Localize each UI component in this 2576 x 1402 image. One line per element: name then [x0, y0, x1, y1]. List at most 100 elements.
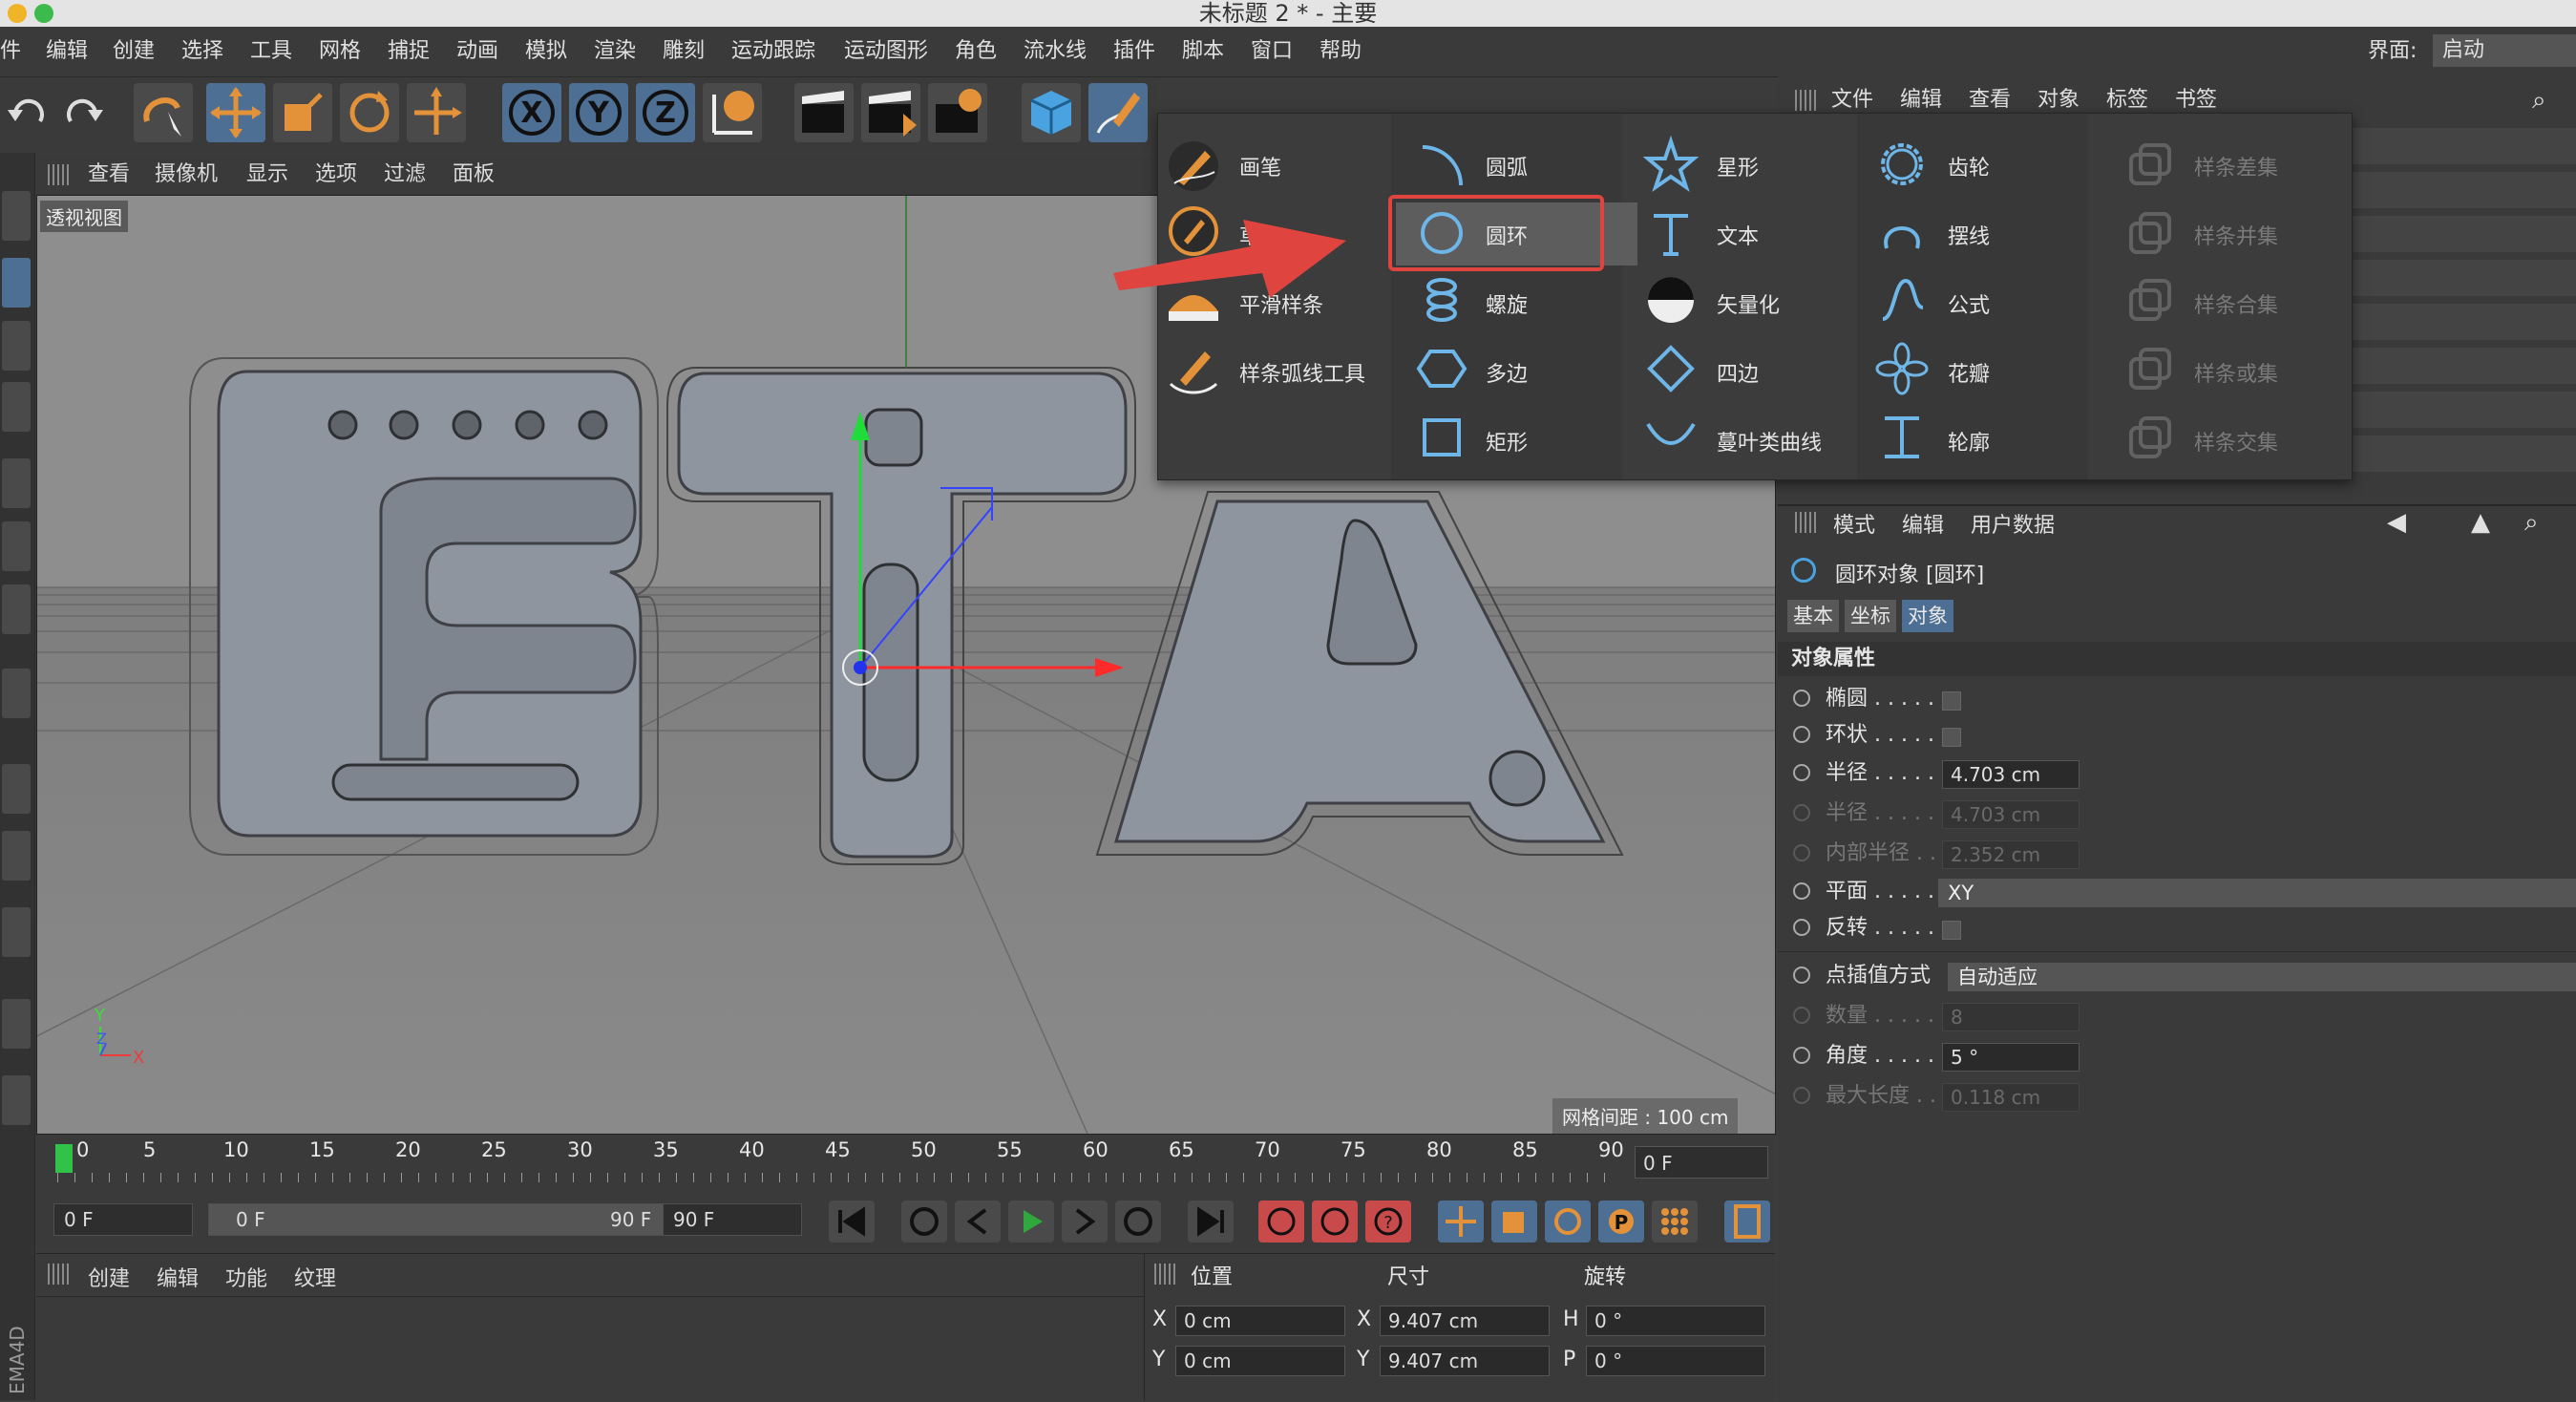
menu-flower[interactable]: 花瓣	[1948, 357, 1990, 388]
panel-grip-icon[interactable]	[1795, 90, 1816, 111]
viewport-menu-display[interactable]: 显示	[246, 155, 288, 195]
coordinate-system-button[interactable]	[703, 83, 762, 142]
record-keys-button[interactable]	[1258, 1200, 1304, 1243]
menu-mesh[interactable]: 网格	[319, 27, 361, 76]
menu-script[interactable]: 脚本	[1182, 27, 1224, 76]
material-menu-function[interactable]: 功能	[225, 1262, 267, 1292]
helix-icon[interactable]	[1411, 269, 1472, 330]
next-frame-button[interactable]	[1062, 1200, 1108, 1243]
reverse-checkbox[interactable]	[1942, 921, 1961, 940]
ring-checkbox[interactable]	[1942, 728, 1961, 747]
attr-menu-mode[interactable]: 模式	[1833, 508, 1875, 539]
texture-mode-icon[interactable]	[2, 321, 31, 371]
material-menu-edit[interactable]: 编辑	[157, 1262, 199, 1292]
menu-pen[interactable]: 画笔	[1239, 151, 1281, 181]
menu-mograph[interactable]: 运动图形	[844, 27, 928, 76]
keyframe-selection-button[interactable]: ?	[1365, 1200, 1411, 1243]
pos-x-field[interactable]: 0 cm	[1175, 1306, 1345, 1336]
menu-formula[interactable]: 公式	[1948, 288, 1990, 319]
polygons-mode-icon[interactable]	[2, 584, 31, 634]
animate-radio[interactable]	[1793, 690, 1810, 707]
search-icon[interactable]: ⌕	[2524, 508, 2539, 538]
viewport-menu-panel[interactable]: 面板	[453, 155, 495, 195]
search-icon[interactable]: ⌕	[2532, 80, 2546, 120]
material-menu-texture[interactable]: 纹理	[294, 1262, 336, 1292]
z-axis-lock-button[interactable]: Z	[636, 83, 695, 142]
viewport-menu-options[interactable]: 选项	[315, 155, 357, 195]
size-y-field[interactable]: 9.407 cm	[1380, 1346, 1550, 1376]
attr-menu-edit[interactable]: 编辑	[1902, 508, 1944, 539]
ellipse-checkbox[interactable]	[1942, 691, 1961, 711]
animate-radio[interactable]	[1793, 1047, 1810, 1064]
points-mode-icon[interactable]	[2, 458, 31, 508]
menu-simulate[interactable]: 模拟	[525, 27, 567, 76]
quantize-icon[interactable]	[2, 907, 31, 957]
go-to-start-button[interactable]	[829, 1200, 875, 1243]
menu-text[interactable]: 文本	[1717, 220, 1759, 250]
start-frame-field[interactable]: 0 F	[53, 1203, 193, 1236]
rot-p-field[interactable]: 0 °	[1586, 1346, 1765, 1376]
menu-four-side[interactable]: 四边	[1717, 357, 1759, 388]
menu-create[interactable]: 创建	[113, 27, 155, 76]
menu-file[interactable]: 件	[0, 27, 21, 76]
menu-select[interactable]: 选择	[181, 27, 223, 76]
scale-tool-button[interactable]	[273, 83, 332, 142]
previous-frame-button[interactable]	[955, 1200, 1001, 1243]
previous-key-button[interactable]	[901, 1200, 947, 1243]
key-parameter-button[interactable]: P	[1598, 1200, 1644, 1243]
planar-workplane-icon[interactable]	[2, 1075, 31, 1125]
viewport-menu-cameras[interactable]: 摄像机	[155, 155, 218, 195]
animate-radio[interactable]	[1793, 764, 1810, 781]
current-frame-field[interactable]: 0 F	[1635, 1146, 1768, 1179]
panel-grip-icon[interactable]	[1795, 512, 1816, 533]
menu-snap[interactable]: 捕捉	[388, 27, 430, 76]
pos-y-field[interactable]: 0 cm	[1175, 1346, 1345, 1376]
panel-grip-icon[interactable]	[48, 1264, 69, 1285]
viewport-menu-view[interactable]: 查看	[88, 155, 130, 195]
menu-profile[interactable]: 轮廓	[1948, 426, 1990, 457]
rotate-tool-button[interactable]	[340, 83, 399, 142]
redo-button[interactable]	[50, 83, 109, 142]
menu-sculpt[interactable]: 雕刻	[663, 27, 705, 76]
menu-plugins[interactable]: 插件	[1113, 27, 1155, 76]
menu-character[interactable]: 角色	[955, 27, 997, 76]
preview-range-slider[interactable]: 0 F 90 F	[208, 1203, 686, 1236]
rot-h-field[interactable]: 0 °	[1586, 1306, 1765, 1336]
menu-cogwheel[interactable]: 齿轮	[1948, 151, 1990, 181]
move-tool-button[interactable]	[206, 83, 265, 142]
layout-select[interactable]: 启动	[2433, 34, 2576, 67]
timeline-window-button[interactable]	[1724, 1200, 1770, 1243]
menu-cycloid[interactable]: 摆线	[1948, 220, 1990, 250]
back-arrow-icon[interactable]: ◀	[2387, 508, 2406, 537]
menu-helix[interactable]: 螺旋	[1486, 288, 1528, 319]
menu-pipeline[interactable]: 流水线	[1024, 27, 1087, 76]
animate-radio[interactable]	[1793, 882, 1810, 900]
cogwheel-icon[interactable]	[1871, 134, 1932, 195]
menu-polygon[interactable]: 多边	[1486, 357, 1528, 388]
end-frame-field[interactable]: 90 F	[663, 1203, 802, 1236]
x-axis-lock-button[interactable]: X	[502, 83, 561, 142]
auto-keying-button[interactable]	[1312, 1200, 1358, 1243]
flower-icon[interactable]	[1871, 338, 1932, 399]
snap-icon[interactable]	[2, 831, 31, 881]
key-point-level-button[interactable]	[1652, 1200, 1698, 1243]
plane-select[interactable]: XY	[1938, 879, 2576, 907]
key-position-button[interactable]	[1438, 1200, 1484, 1243]
animate-radio[interactable]	[1793, 967, 1810, 984]
key-rotation-button[interactable]	[1545, 1200, 1591, 1243]
vectorizer-icon[interactable]	[1640, 269, 1701, 330]
menu-spline-arc-tool[interactable]: 样条弧线工具	[1239, 357, 1365, 388]
menu-star[interactable]: 星形	[1717, 151, 1759, 181]
edges-mode-icon[interactable]	[2, 521, 31, 571]
interpolation-select[interactable]: 自动适应	[1948, 963, 2576, 991]
tweak-mode-icon[interactable]	[2, 764, 31, 814]
menu-motion-tracking[interactable]: 运动跟踪	[731, 27, 815, 76]
attr-menu-user-data[interactable]: 用户数据	[1971, 508, 2055, 539]
timeline-ruler[interactable]: 0 5 10 15 20 25 30 35 40 45 50 55 60 65 …	[36, 1135, 1774, 1196]
cube-primitive-button[interactable]	[1022, 83, 1081, 142]
panel-grip-icon[interactable]	[48, 164, 69, 185]
menu-animate[interactable]: 动画	[456, 27, 498, 76]
cycloid-icon[interactable]	[1871, 202, 1932, 264]
lock-workplane-icon[interactable]	[2, 999, 31, 1049]
menu-render[interactable]: 渲染	[594, 27, 636, 76]
